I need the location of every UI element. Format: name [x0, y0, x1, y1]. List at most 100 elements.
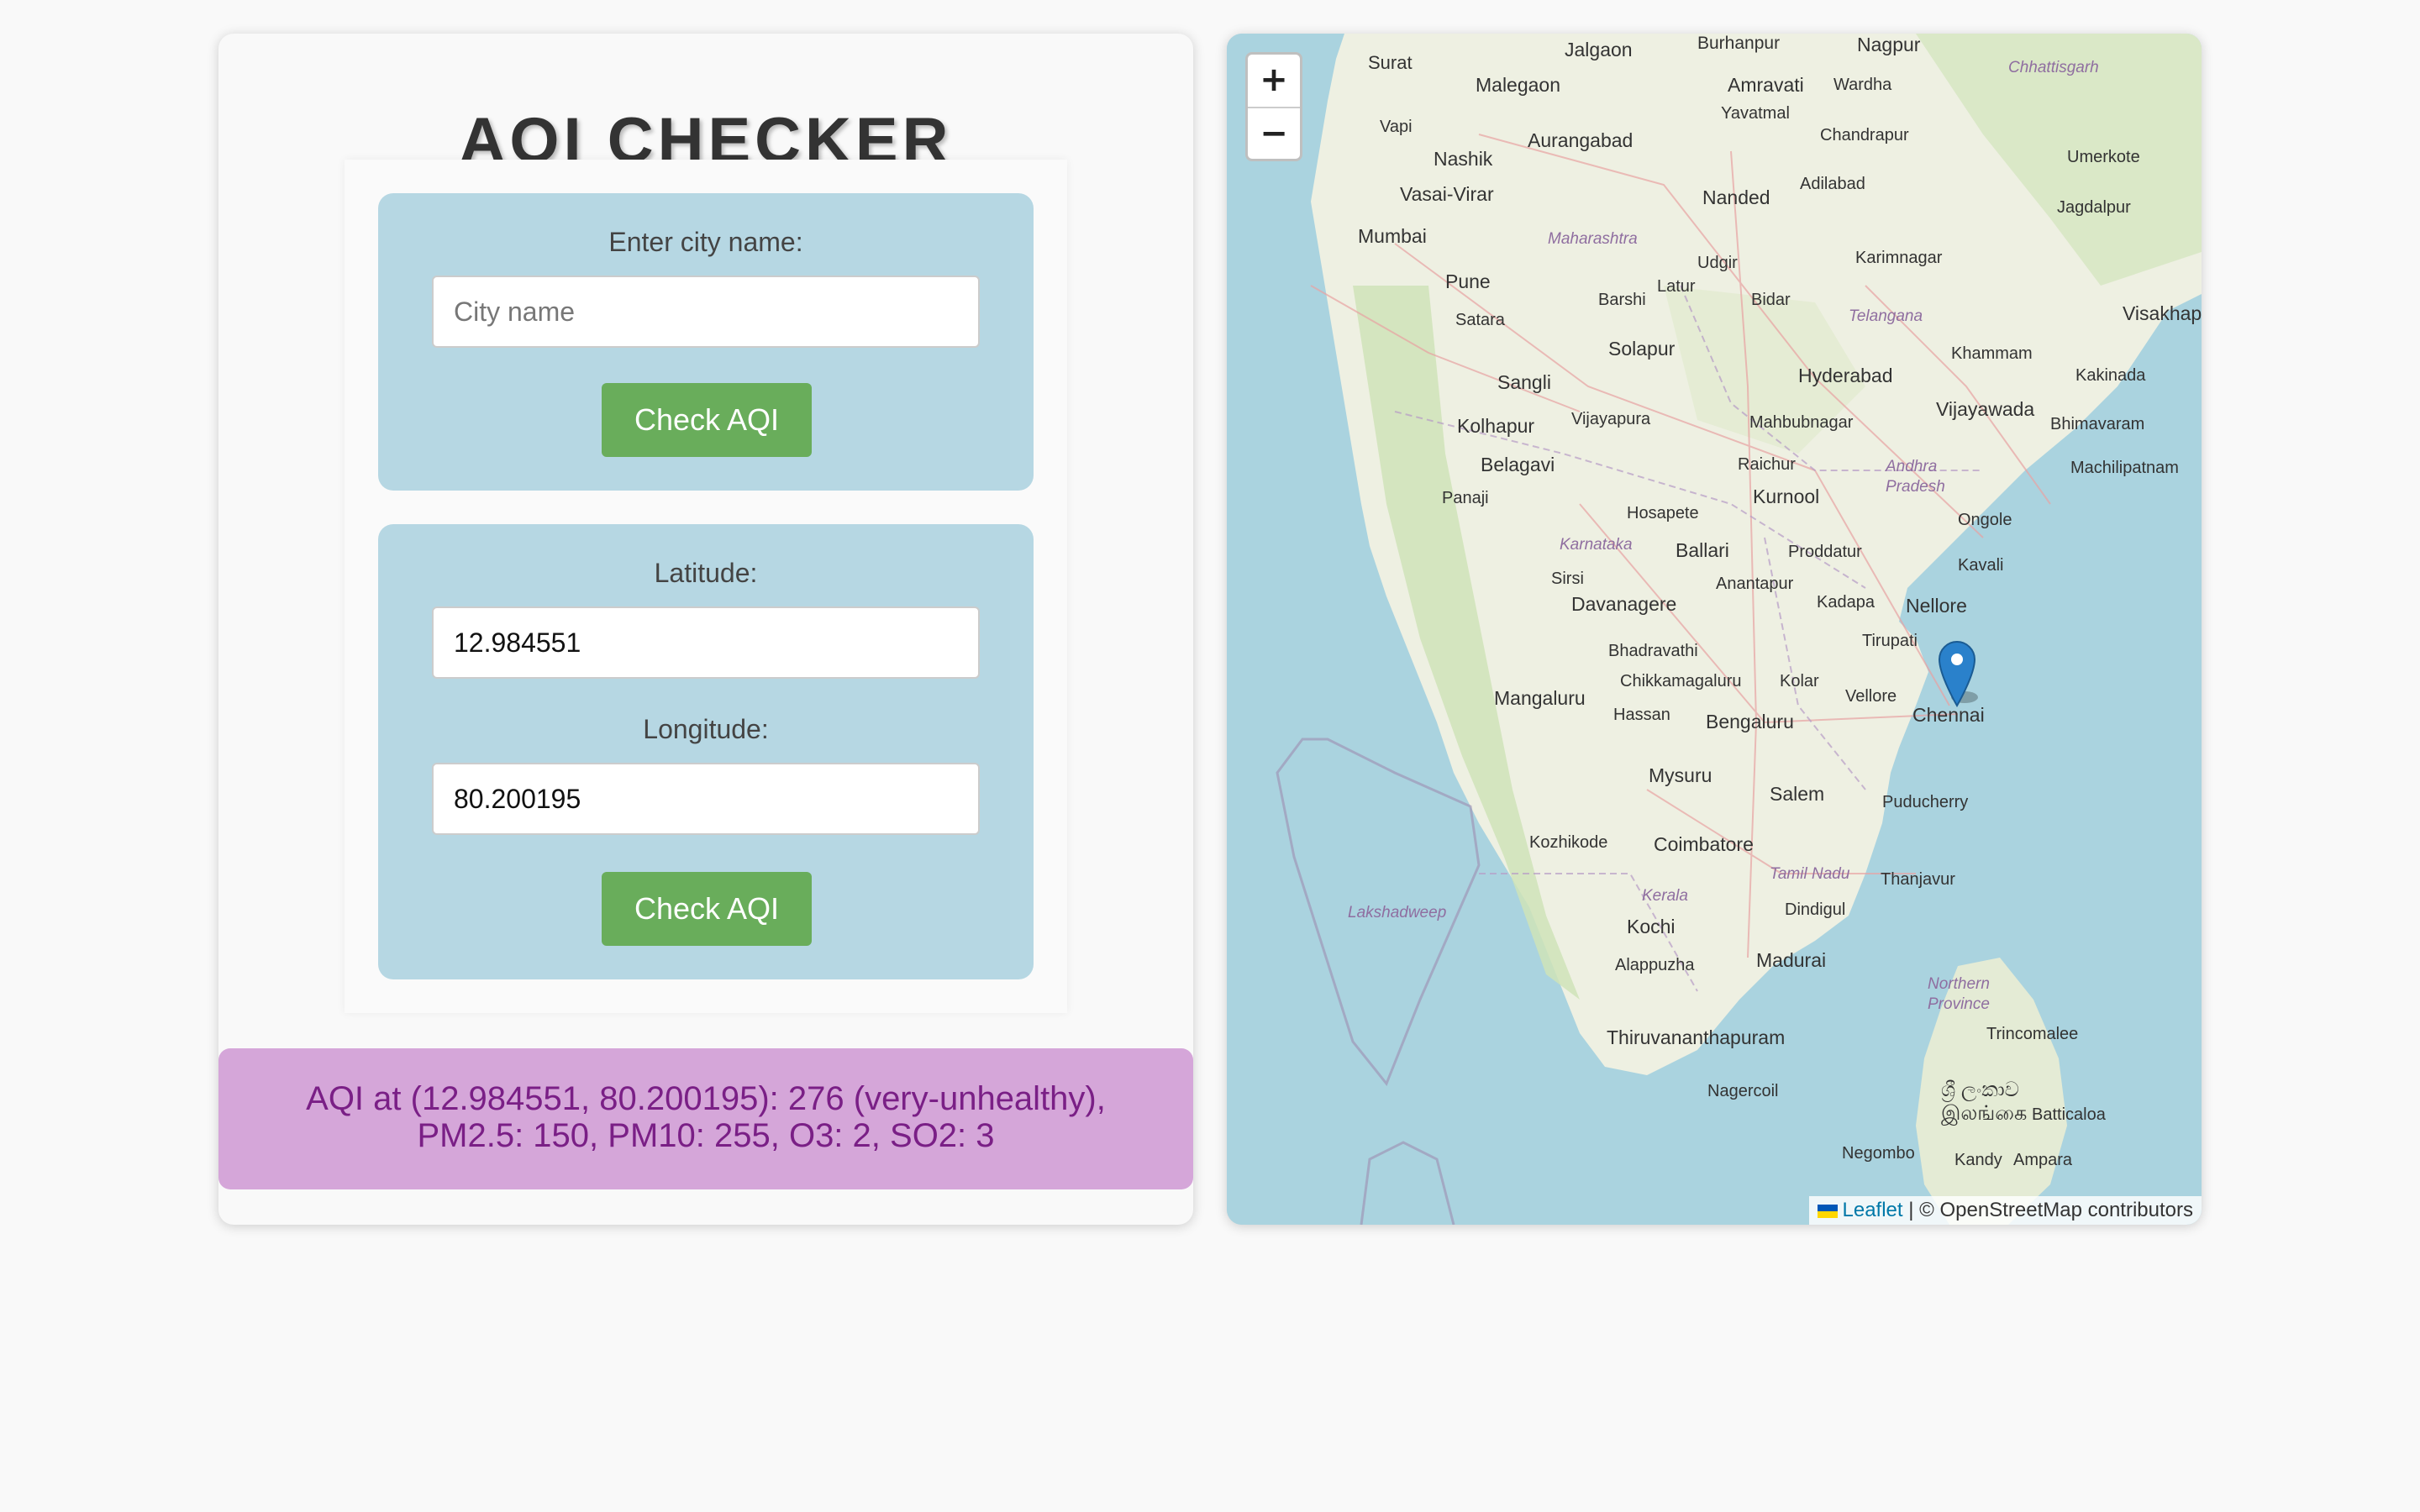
- map-city-label: Visakhapatnam: [2123, 302, 2202, 324]
- map-state-label: Lakshadweep: [1348, 904, 1447, 921]
- map-city-label: Bhimavaram: [2050, 415, 2145, 433]
- map-city-label: Umerkote: [2067, 148, 2140, 166]
- map-city-label: Pune: [1445, 270, 1491, 292]
- map-city-label: Kozhikode: [1529, 833, 1608, 852]
- leaflet-link[interactable]: Leaflet: [1843, 1199, 1903, 1221]
- map-city-label: Nashik: [1434, 148, 1493, 170]
- map-city-label: Kochi: [1627, 916, 1676, 937]
- map-city-label: Amravati: [1728, 74, 1804, 96]
- aqi-panel: AQI CHECKER Enter city name: Check AQI L…: [218, 34, 1193, 1225]
- location-marker-icon[interactable]: [1936, 638, 1978, 707]
- map-country-label: ශ්‍රී ලංකාව: [1941, 1079, 2019, 1101]
- zoom-in-button[interactable]: +: [1248, 55, 1300, 108]
- map-city-label: Bengaluru: [1706, 711, 1794, 732]
- map-city-label: Bidar: [1751, 291, 1791, 309]
- map-city-label: Burhanpur: [1697, 34, 1781, 53]
- map-city-label: Kurnool: [1753, 486, 1820, 507]
- zoom-out-button[interactable]: −: [1248, 108, 1300, 159]
- map-city-label: Sirsi: [1551, 570, 1584, 588]
- map-city-label: Hosapete: [1627, 504, 1699, 522]
- map-city-label: Aurangabad: [1528, 129, 1634, 151]
- map-city-label: Malegaon: [1476, 74, 1561, 96]
- check-aqi-coords-button[interactable]: Check AQI: [602, 872, 812, 946]
- longitude-input[interactable]: [432, 763, 980, 835]
- map-city-label: Davanagere: [1571, 593, 1677, 615]
- map[interactable]: Jalgaon Burhanpur Nagpur Surat Malegaon …: [1227, 34, 2202, 1225]
- map-city-label: Panaji: [1442, 489, 1489, 507]
- zoom-control: + −: [1245, 52, 1302, 161]
- map-state-label: Maharashtra: [1548, 230, 1638, 248]
- map-city-label: Chikkamagaluru: [1620, 672, 1742, 690]
- latitude-input[interactable]: [432, 606, 980, 679]
- map-city-label: Negombo: [1842, 1144, 1915, 1163]
- map-city-label: Tirupati: [1862, 632, 1918, 650]
- map-city-label: Khammam: [1951, 344, 2033, 363]
- map-city-label: Coimbatore: [1654, 833, 1754, 855]
- map-city-label: Bhadravathi: [1608, 642, 1698, 660]
- map-city-label: Nanded: [1702, 186, 1770, 208]
- ukraine-flag-icon: [1817, 1204, 1838, 1218]
- city-label: Enter city name:: [608, 227, 803, 257]
- map-city-label: Thiruvananthapuram: [1607, 1026, 1786, 1048]
- map-city-label: Chandrapur: [1820, 126, 1909, 144]
- longitude-label: Longitude:: [643, 714, 769, 744]
- map-state-label: Karnataka: [1560, 536, 1633, 554]
- map-city-label: Anantapur: [1716, 575, 1794, 593]
- map-city-label: Machilipatnam: [2070, 459, 2179, 477]
- map-city-label: Kakinada: [2075, 366, 2146, 385]
- map-city-label: Puducherry: [1882, 793, 1969, 811]
- aqi-result-line2: PM2.5: 150, PM10: 255, O3: 2, SO2: 3: [417, 1117, 995, 1154]
- city-form: Enter city name: Check AQI: [378, 193, 1034, 491]
- map-city-label: Nagercoil: [1707, 1082, 1779, 1100]
- map-city-label: Vijayapura: [1571, 410, 1651, 428]
- map-state-label: Northern Province: [1928, 975, 1990, 1013]
- map-city-label: Mysuru: [1649, 764, 1712, 786]
- map-city-label: Latur: [1657, 277, 1696, 296]
- map-city-label: Kandy: [1954, 1151, 2002, 1169]
- map-city-label: Mangaluru: [1494, 687, 1586, 709]
- map-city-label: Mumbai: [1358, 225, 1427, 247]
- map-city-label: Madurai: [1756, 949, 1827, 971]
- latitude-label: Latitude:: [654, 558, 758, 588]
- map-city-label: Trincomalee: [1986, 1025, 2079, 1043]
- coords-form: Latitude: Longitude: Check AQI: [378, 524, 1034, 979]
- map-city-label: Nellore: [1906, 595, 1967, 617]
- map-city-label: Udgir: [1697, 254, 1738, 272]
- map-city-label: Nagpur: [1857, 34, 1921, 55]
- map-city-label: Hassan: [1613, 706, 1670, 724]
- map-city-label: Solapur: [1608, 338, 1676, 360]
- map-state-label: Chhattisgarh: [2008, 59, 2099, 76]
- map-city-label: Ongole: [1958, 511, 2012, 529]
- map-city-label: Kolhapur: [1457, 415, 1535, 437]
- map-city-label: Mahbubnagar: [1749, 413, 1854, 432]
- city-input[interactable]: [432, 276, 980, 348]
- map-city-label: Ampara: [2013, 1151, 2073, 1169]
- map-city-label: Chennai: [1912, 704, 1985, 726]
- map-city-label: Batticaloa: [2032, 1105, 2106, 1124]
- map-state-label: Kerala: [1642, 887, 1688, 905]
- map-city-label: Barshi: [1598, 291, 1646, 309]
- map-city-label: Karimnagar: [1855, 249, 1943, 267]
- map-city-label: Salem: [1770, 783, 1825, 805]
- map-city-label: Ballari: [1676, 539, 1729, 561]
- map-state-label: Telangana: [1849, 307, 1923, 325]
- check-aqi-city-button[interactable]: Check AQI: [602, 383, 812, 457]
- map-city-label: Sangli: [1497, 371, 1551, 393]
- map-city-label: Kavali: [1958, 556, 2004, 575]
- page: AQI CHECKER Enter city name: Check AQI L…: [0, 0, 2420, 1512]
- map-country-label: இலங்கை: [1941, 1102, 2028, 1125]
- map-city-label: Vijayawada: [1936, 398, 2035, 420]
- attribution-text: | © OpenStreetMap contributors: [1902, 1199, 2193, 1221]
- map-city-label: Surat: [1368, 52, 1413, 73]
- map-city-label: Vapi: [1380, 118, 1413, 136]
- aqi-result-line1: AQI at (12.984551, 80.200195): 276 (very…: [306, 1080, 1106, 1117]
- map-city-label: Jagdalpur: [2057, 198, 2131, 217]
- map-city-label: Hyderabad: [1798, 365, 1893, 386]
- map-city-label: Raichur: [1738, 455, 1796, 474]
- map-city-label: Proddatur: [1788, 543, 1862, 561]
- map-city-label: Kadapa: [1817, 593, 1875, 612]
- map-attribution: Leaflet | © OpenStreetMap contributors: [1808, 1196, 2202, 1225]
- map-city-label: Jalgaon: [1565, 39, 1633, 60]
- map-state-label: Andhra Pradesh: [1886, 458, 1945, 496]
- map-city-label: Kolar: [1780, 672, 1819, 690]
